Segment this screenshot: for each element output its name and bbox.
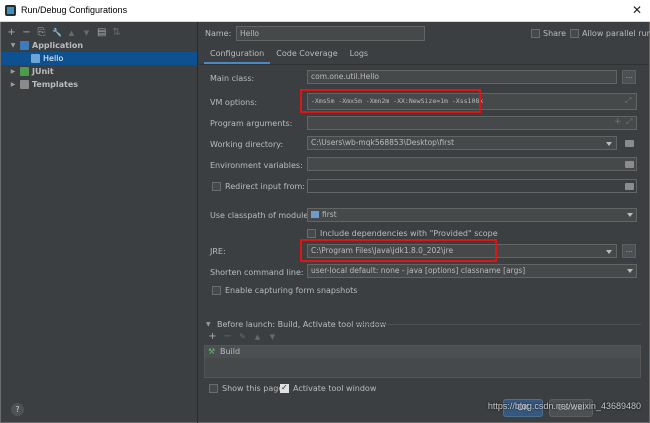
close-icon[interactable]: ✕ [632, 3, 642, 17]
chevron-down-icon[interactable] [606, 142, 612, 146]
configuration-editor: Name: Hello Share Allow parallel run Con… [199, 22, 650, 423]
show-page-checkbox[interactable] [209, 384, 218, 393]
activate-tool-window-checkbox[interactable] [280, 383, 289, 393]
add-icon[interactable]: + [7, 28, 16, 38]
config-tabs: Configuration Code Coverage Logs [204, 46, 374, 64]
intellij-app-icon [5, 5, 16, 16]
expand-icon[interactable]: ⤢ [625, 96, 631, 106]
jre-highlight [300, 239, 497, 262]
tree-item-label: Hello [43, 54, 64, 63]
module-icon [311, 211, 319, 218]
environment-variables-field[interactable] [307, 157, 637, 171]
working-directory-field[interactable]: C:\Users\wb-mqk568853\Desktop\first [307, 136, 617, 150]
before-launch-divider [357, 324, 641, 325]
dialog-body: + − ⎘ 🔧 ▲ ▼ ▤ ⇅ ▼ Application Hello ▶ JU… [0, 22, 650, 423]
include-dependencies-label: Include dependencies with "Provided" sco… [320, 229, 498, 238]
folder-icon[interactable] [625, 161, 634, 168]
edit-icon[interactable]: ✎ [238, 332, 247, 342]
chevron-right-icon[interactable]: ▶ [9, 65, 17, 78]
shorten-command-line-label: Shorten command line: [210, 268, 304, 277]
tab-divider [199, 64, 649, 65]
form-snapshots-checkbox[interactable] [212, 286, 221, 295]
build-icon: ⚒ [208, 347, 216, 356]
expand-icon[interactable]: ⤢ [626, 117, 632, 127]
share-label: Share [543, 29, 567, 38]
working-directory-label: Working directory: [210, 140, 284, 149]
move-up-icon[interactable]: ▲ [253, 332, 262, 342]
watermark-text: https://blog.csdn.net/weixin_43689480 [487, 401, 641, 411]
folder-icon[interactable] [625, 183, 634, 190]
redirect-input-field[interactable] [307, 179, 637, 193]
allow-parallel-label: Allow parallel run [582, 29, 650, 38]
tab-code-coverage[interactable]: Code Coverage [270, 46, 343, 64]
shorten-command-line-value: user-local default: none - java [options… [311, 266, 526, 275]
remove-icon[interactable]: − [223, 332, 232, 342]
show-page-label: Show this page [222, 384, 284, 393]
junit-icon [20, 67, 29, 76]
tab-logs[interactable]: Logs [344, 46, 374, 64]
add-icon[interactable]: + [208, 332, 217, 342]
move-up-icon[interactable]: ▲ [67, 28, 76, 38]
sort-icon[interactable]: ⇅ [112, 28, 121, 38]
classpath-module-label: Use classpath of module: [210, 211, 312, 220]
tree-item-templates[interactable]: ▶ Templates [1, 78, 197, 91]
chevron-down-icon[interactable]: ▼ [206, 321, 211, 328]
redirect-input-checkbox[interactable] [212, 182, 221, 191]
tree-item-label: Templates [32, 80, 79, 89]
tree-toolbar: + − ⎘ 🔧 ▲ ▼ ▤ ⇅ [7, 26, 121, 40]
window-titlebar: Run/Debug Configurations ✕ [0, 0, 650, 22]
allow-parallel-checkbox[interactable] [570, 29, 579, 38]
classpath-module-value: first [322, 210, 337, 219]
help-icon[interactable]: ? [11, 403, 24, 416]
before-launch-list: ⚒ Build [204, 345, 641, 378]
move-down-icon[interactable]: ▼ [82, 28, 91, 38]
folder-icon[interactable]: ▤ [97, 28, 106, 38]
configuration-tree-panel: + − ⎘ 🔧 ▲ ▼ ▤ ⇅ ▼ Application Hello ▶ JU… [1, 22, 198, 423]
folder-icon[interactable] [625, 140, 634, 147]
tree-item-hello[interactable]: Hello [1, 52, 197, 65]
chevron-down-icon[interactable] [606, 250, 612, 254]
add-argument-icon[interactable]: + [614, 117, 622, 127]
environment-variables-label: Environment variables: [210, 161, 303, 170]
form-snapshots-label: Enable capturing form snapshots [225, 286, 358, 295]
main-class-field[interactable]: com.one.util.Hello [307, 70, 617, 84]
program-arguments-field[interactable] [307, 116, 637, 130]
wrench-icon [20, 80, 29, 89]
tree-item-label: JUnit [32, 67, 54, 76]
browse-jre-button[interactable]: ... [622, 244, 636, 258]
window-title: Run/Debug Configurations [21, 5, 128, 15]
browse-main-class-button[interactable]: ... [622, 70, 636, 84]
chevron-down-icon [627, 213, 633, 217]
copy-icon[interactable]: ⎘ [37, 28, 46, 38]
move-down-icon[interactable]: ▼ [268, 332, 277, 342]
include-dependencies-checkbox[interactable] [307, 229, 316, 238]
activate-tool-window-label: Activate tool window [293, 384, 377, 393]
main-class-label: Main class: [210, 74, 255, 83]
shorten-command-line-select[interactable]: user-local default: none - java [options… [307, 264, 637, 278]
name-label: Name: [205, 29, 232, 38]
chevron-right-icon[interactable]: ▶ [9, 78, 17, 91]
chevron-down-icon [627, 269, 633, 273]
tree-item-junit[interactable]: ▶ JUnit [1, 65, 197, 78]
chevron-down-icon[interactable]: ▼ [9, 39, 17, 52]
tree-item-label: Application [32, 41, 84, 50]
before-launch-item-label: Build [220, 347, 241, 356]
redirect-input-label: Redirect input from: [225, 182, 305, 191]
remove-icon[interactable]: − [22, 28, 31, 38]
before-launch-item-build[interactable]: ⚒ Build [205, 346, 640, 358]
classpath-module-select[interactable]: first [307, 208, 637, 222]
tab-configuration[interactable]: Configuration [204, 46, 271, 64]
application-config-icon [31, 54, 40, 63]
wrench-icon[interactable]: 🔧 [52, 28, 62, 38]
tree-item-application[interactable]: ▼ Application [1, 39, 197, 52]
share-checkbox[interactable] [531, 29, 540, 38]
application-icon [20, 41, 29, 50]
name-field[interactable]: Hello [236, 26, 425, 41]
vm-options-highlight [300, 89, 481, 113]
program-arguments-label: Program arguments: [210, 119, 293, 128]
vm-options-label: VM options: [210, 98, 258, 107]
configuration-tree: ▼ Application Hello ▶ JUnit ▶ Templates [1, 39, 197, 91]
jre-label: JRE: [210, 247, 226, 256]
